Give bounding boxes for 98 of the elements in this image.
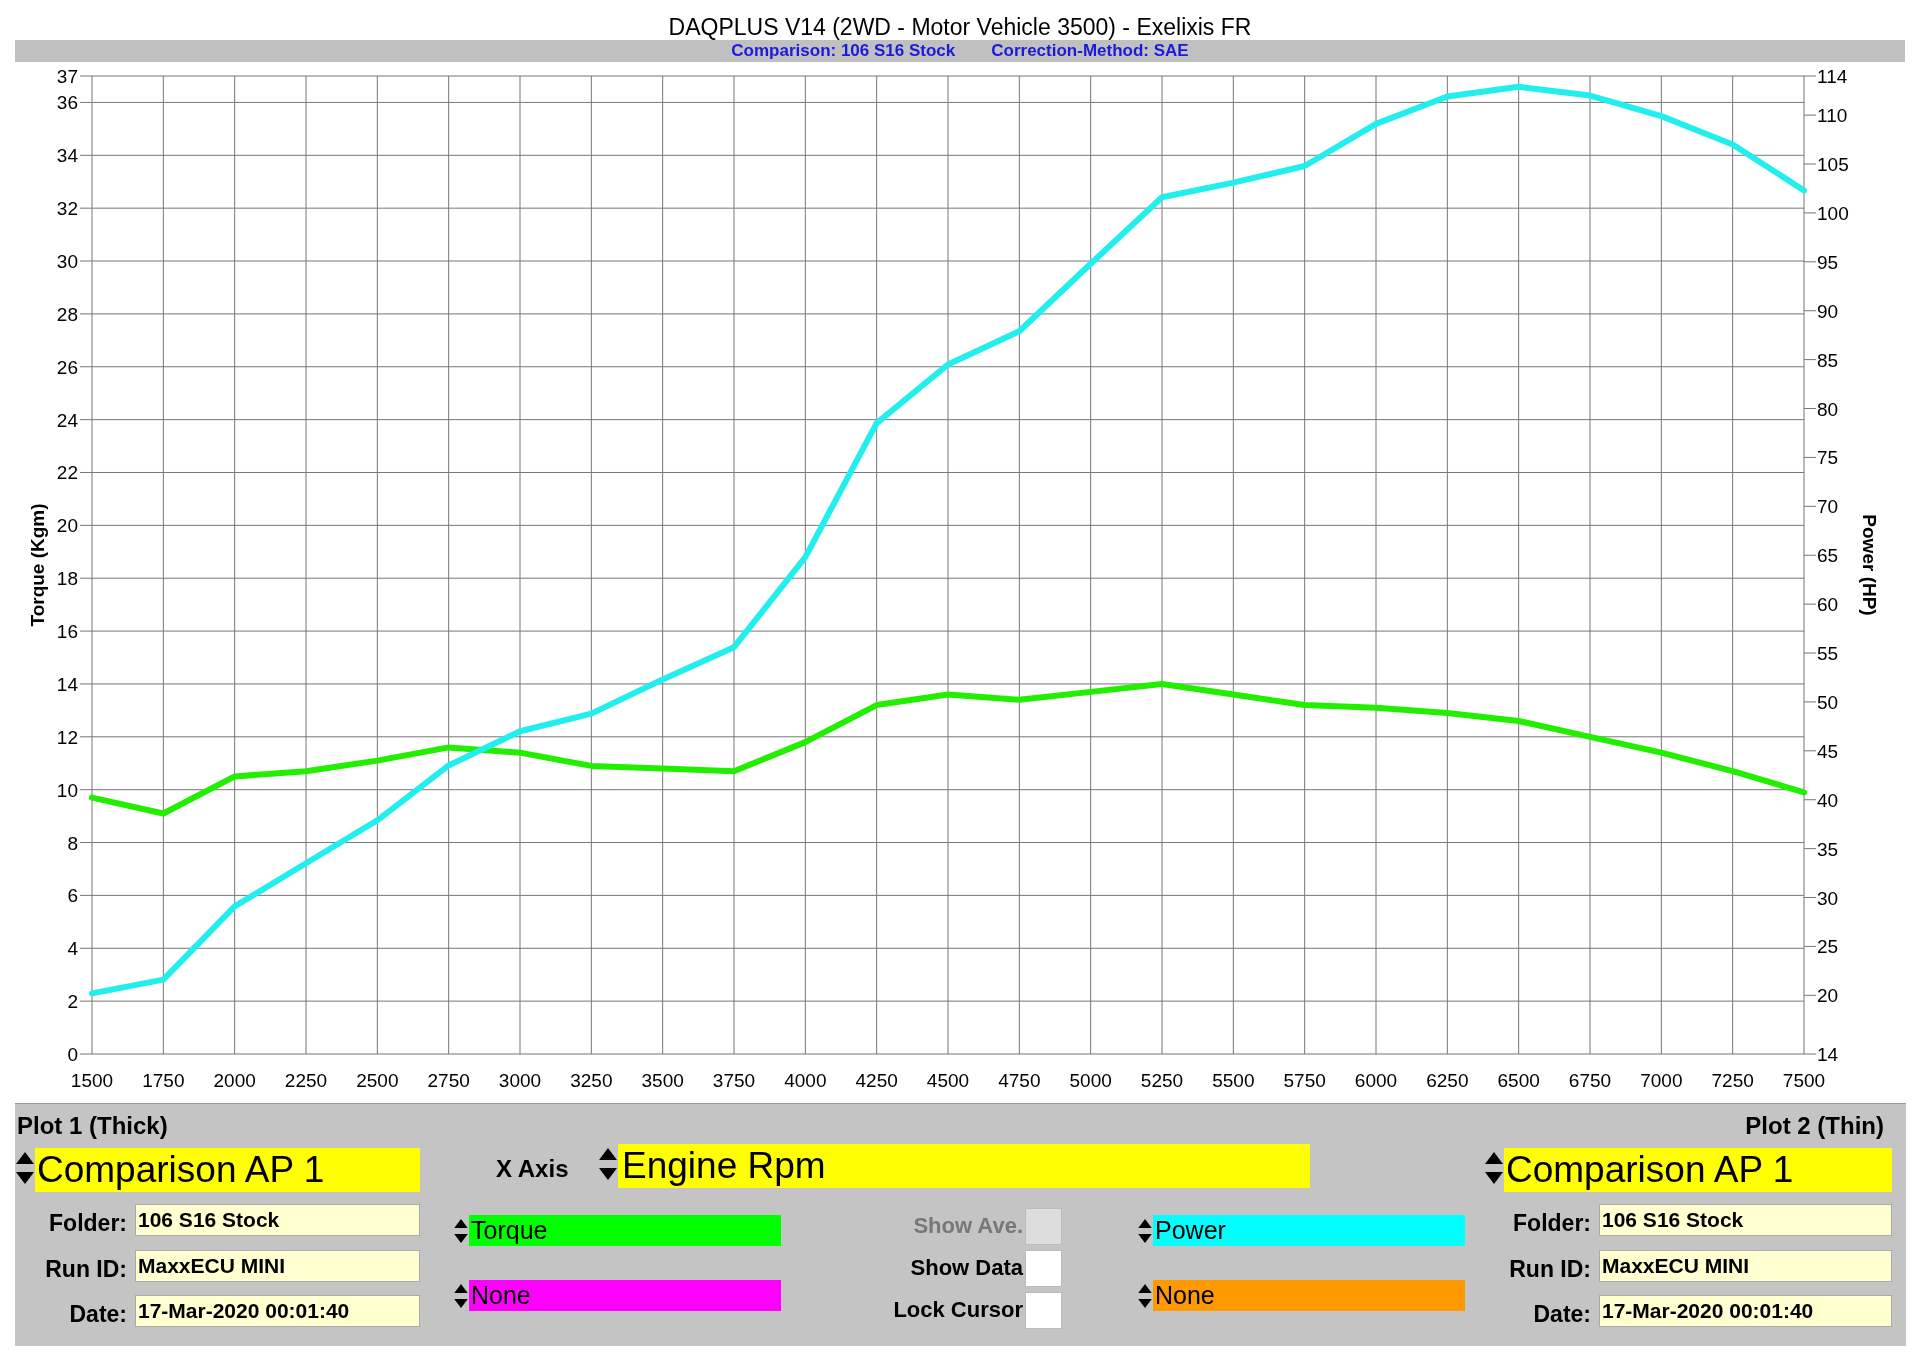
axis-tick-label: 6750 (1568, 1070, 1612, 1091)
axis-tick-label: 55 (1817, 643, 1839, 664)
axis-tick-label: 3500 (641, 1070, 684, 1091)
checkbox-label: Lock Cursor (893, 1297, 1024, 1323)
selector-field[interactable]: Comparison AP 1 (35, 1148, 420, 1192)
axis-tick-label: 25 (1817, 936, 1839, 958)
axis-tick-label: 110 (1817, 105, 1848, 127)
checkbox[interactable] (1025, 1249, 1062, 1287)
axis-title: Power (HP) (1859, 514, 1880, 616)
checkbox-label: Show Data (910, 1255, 1024, 1281)
axis-tick-label: 22 (56, 462, 78, 484)
info-field: 106 S16 Stock (1599, 1204, 1892, 1236)
axis-tick-label: 4250 (855, 1070, 898, 1091)
axis-tick-label: 26 (56, 356, 78, 378)
axis-tick-label: 5250 (1140, 1070, 1184, 1091)
axis-tick-label: 80 (1817, 398, 1839, 420)
channel-selector[interactable]: None (469, 1280, 781, 1311)
axis-tick-label: 100 (1817, 202, 1849, 224)
field-label: Folder: (1512, 1210, 1592, 1236)
axis-tick-label: 50 (1817, 691, 1839, 713)
x-axis-label: X Axis (496, 1154, 570, 1183)
axis-tick-label: 0 (67, 1044, 78, 1065)
axis-tick-label: 14 (1817, 1044, 1839, 1065)
axis-tick-label: 18 (56, 568, 78, 590)
axis-tick-label: 37 (56, 66, 78, 87)
field-label: Folder: (48, 1210, 128, 1236)
plot-heading: Plot 1 (Thick) (16, 1111, 169, 1139)
axis-tick-label: 28 (56, 303, 78, 325)
checkbox[interactable] (1025, 1291, 1062, 1329)
axis-tick-label: 36 (56, 92, 78, 114)
axis-tick-label: 24 (56, 409, 78, 431)
axis-tick-label: 90 (1817, 300, 1839, 322)
axis-tick-label: 40 (1817, 789, 1839, 811)
axis-tick-label: 3750 (712, 1070, 756, 1091)
axis-tick-label: 30 (56, 251, 78, 273)
axis-tick-label: 6250 (1426, 1070, 1469, 1091)
axis-tick-label: 3000 (498, 1070, 542, 1091)
axis-tick-label: 5500 (1212, 1070, 1255, 1091)
axis-tick-label: 6 (67, 885, 78, 907)
axis-tick-label: 2250 (284, 1070, 328, 1091)
axis-tick-label: 2750 (427, 1070, 470, 1091)
axis-tick-label: 7000 (1640, 1070, 1683, 1091)
axis-tick-label: 30 (1817, 887, 1839, 909)
channel-selector[interactable]: None (1153, 1280, 1465, 1311)
axis-tick-label: 8 (67, 832, 78, 854)
axis-tick-label: 60 (1817, 594, 1839, 616)
axis-tick-label: 20 (56, 515, 78, 537)
axis-tick-label: 6500 (1497, 1070, 1540, 1091)
axis-tick-label: 1750 (142, 1070, 185, 1091)
axis-tick-label: 7500 (1782, 1070, 1826, 1091)
window-title: DAQPLUS V14 (2WD - Motor Vehicle 3500) - Exelixis FR (668, 14, 1252, 40)
axis-tick-label: 20 (1817, 985, 1839, 1007)
axis-tick-label: 4000 (784, 1070, 827, 1091)
info-field: 17-Mar-2020 00:01:40 (135, 1295, 420, 1327)
axis-tick-label: 4 (67, 938, 78, 960)
axis-tick-label: 3250 (570, 1070, 613, 1091)
axis-tick-label: 85 (1817, 349, 1839, 371)
checkbox-label: Show Ave. (913, 1213, 1024, 1239)
axis-tick-label: 6000 (1354, 1070, 1398, 1091)
selector-field[interactable]: Engine Rpm (618, 1144, 1310, 1188)
axis-tick-label: 5000 (1069, 1070, 1112, 1091)
field-label: Run ID: (44, 1256, 128, 1282)
info-field: 17-Mar-2020 00:01:40 (1599, 1295, 1892, 1327)
field-label: Date: (68, 1301, 128, 1327)
axis-tick-label: 65 (1817, 545, 1839, 567)
axis-tick-label: 70 (1817, 496, 1839, 518)
subtitle-text: Comparison: 106 S16 Stock (731, 41, 956, 61)
axis-tick-label: 4500 (926, 1070, 970, 1091)
axis-tick-label: 114 (1817, 66, 1848, 87)
axis-tick-label: 95 (1817, 251, 1839, 273)
axis-tick-label: 7250 (1711, 1070, 1754, 1091)
channel-selector[interactable]: Torque (469, 1215, 781, 1246)
field-label: Run ID: (1508, 1256, 1592, 1282)
selector-field[interactable]: Comparison AP 1 (1504, 1148, 1892, 1192)
field-label: Date: (1532, 1301, 1592, 1327)
subtitle-text: Correction-Method: SAE (991, 41, 1189, 61)
axis-tick-label: 14 (56, 673, 78, 695)
axis-tick-label: 2 (67, 991, 78, 1013)
channel-selector[interactable]: Power (1153, 1215, 1465, 1246)
axis-tick-label: 2000 (213, 1070, 256, 1091)
axis-tick-label: 105 (1817, 154, 1849, 175)
info-field: MaxxECU MINI (135, 1250, 420, 1282)
axis-tick-label: 2500 (356, 1070, 399, 1091)
axis-tick-label: 32 (56, 198, 78, 220)
axis-tick-label: 5750 (1283, 1070, 1326, 1091)
axis-title: Torque (Kgm) (27, 503, 48, 627)
axis-tick-label: 75 (1817, 447, 1839, 469)
info-field: MaxxECU MINI (1599, 1250, 1892, 1282)
axis-tick-label: 16 (56, 621, 78, 643)
info-field: 106 S16 Stock (135, 1204, 420, 1236)
axis-tick-label: 10 (56, 779, 78, 801)
axis-tick-label: 45 (1817, 740, 1839, 762)
axis-tick-label: 1500 (70, 1070, 114, 1091)
axis-tick-label: 4750 (998, 1070, 1041, 1091)
axis-tick-label: 34 (56, 145, 78, 167)
plot-heading: Plot 2 (Thin) (1744, 1111, 1885, 1139)
axis-tick-label: 35 (1817, 838, 1839, 860)
axis-tick-label: 12 (56, 726, 78, 748)
